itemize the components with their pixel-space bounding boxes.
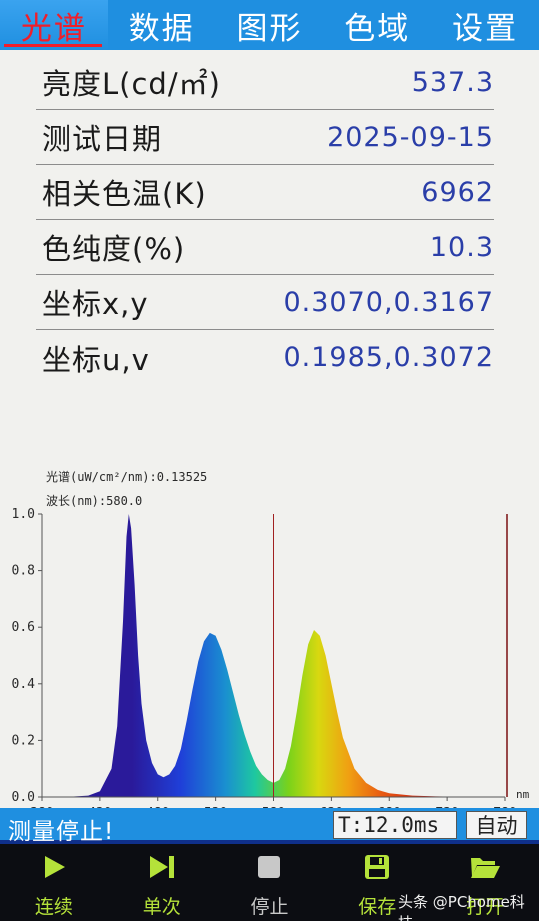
y-tick-label: 0.6 (12, 620, 35, 635)
continuous-button[interactable]: 连续 (0, 848, 108, 921)
reading-luminance: 亮度L(cd/㎡) 537.3 (36, 55, 494, 110)
watermark: 头条 @PChome科技 (398, 893, 525, 921)
reading-value: 537.3 (411, 66, 494, 98)
status-message: 测量停止! (8, 819, 115, 845)
auto-mode-button[interactable]: 自动 (466, 811, 527, 839)
reading-value: 6962 (421, 176, 494, 208)
reading-test-date: 测试日期 2025-09-15 (36, 110, 494, 165)
stop-icon (257, 852, 281, 882)
x-axis-label: nm (516, 788, 530, 801)
tab-settings[interactable]: 设置 (431, 0, 539, 50)
status-bar: 测量停止! T:12.0ms 自动 (0, 808, 539, 845)
open-folder-icon (469, 852, 501, 882)
reading-cct: 相关色温(K) 6962 (36, 165, 494, 220)
y-tick-label: 0.4 (12, 677, 36, 692)
reading-value: 0.1985,0.3072 (283, 342, 494, 373)
reading-label: 相关色温(K) (42, 177, 207, 211)
reading-label: 测试日期 (42, 122, 163, 156)
reading-value: 0.3070,0.3167 (283, 286, 494, 318)
tab-bar: 光谱 数据 图形 色域 设置 (0, 0, 539, 50)
integration-time-field[interactable]: T:12.0ms (333, 811, 457, 839)
reading-value: 2025-09-15 (327, 121, 494, 153)
spectrum-chart-svg[interactable]: 3804304805305806306807307801.00.80.60.40… (0, 415, 539, 810)
play-icon (41, 852, 67, 882)
reading-uv: 坐标u,v 0.1985,0.3072 (36, 330, 494, 385)
single-label: 单次 (142, 896, 181, 918)
readings-list: 亮度L(cd/㎡) 537.3 测试日期 2025-09-15 相关色温(K) … (36, 55, 494, 385)
info-wavelength: 波长(nm):580.0 (46, 494, 142, 508)
tab-graph[interactable]: 图形 (216, 0, 324, 50)
reading-label: 坐标x,y (42, 287, 149, 321)
reading-xy: 坐标x,y 0.3070,0.3167 (36, 275, 494, 330)
stop-label: 停止 (250, 896, 289, 918)
y-tick-label: 0.2 (12, 733, 35, 748)
reading-purity: 色纯度(%) 10.3 (36, 220, 494, 275)
main-panel: 亮度L(cd/㎡) 537.3 测试日期 2025-09-15 相关色温(K) … (0, 50, 539, 810)
continuous-label: 连续 (34, 896, 73, 918)
reading-value: 10.3 (429, 231, 494, 263)
y-tick-label: 0.0 (12, 790, 35, 805)
step-icon (147, 852, 177, 882)
save-label: 保存 (358, 896, 397, 918)
tab-gamut[interactable]: 色域 (323, 0, 431, 50)
tab-data[interactable]: 数据 (108, 0, 216, 50)
y-tick-label: 1.0 (12, 507, 35, 522)
reading-label: 亮度L(cd/㎡) (42, 67, 221, 101)
reading-label: 坐标u,v (42, 342, 150, 377)
y-tick-label: 0.8 (12, 564, 35, 579)
save-icon (364, 852, 390, 882)
info-spectrum: 光谱(uW/cm²/nm):0.13525 (46, 470, 207, 484)
single-button[interactable]: 单次 (108, 848, 216, 921)
spectrum-chart[interactable]: 3804304805305806306807307801.00.80.60.40… (0, 415, 539, 810)
reading-label: 色纯度(%) (42, 232, 186, 266)
stop-button[interactable]: 停止 (216, 848, 324, 921)
tab-spectrum[interactable]: 光谱 (0, 0, 108, 50)
